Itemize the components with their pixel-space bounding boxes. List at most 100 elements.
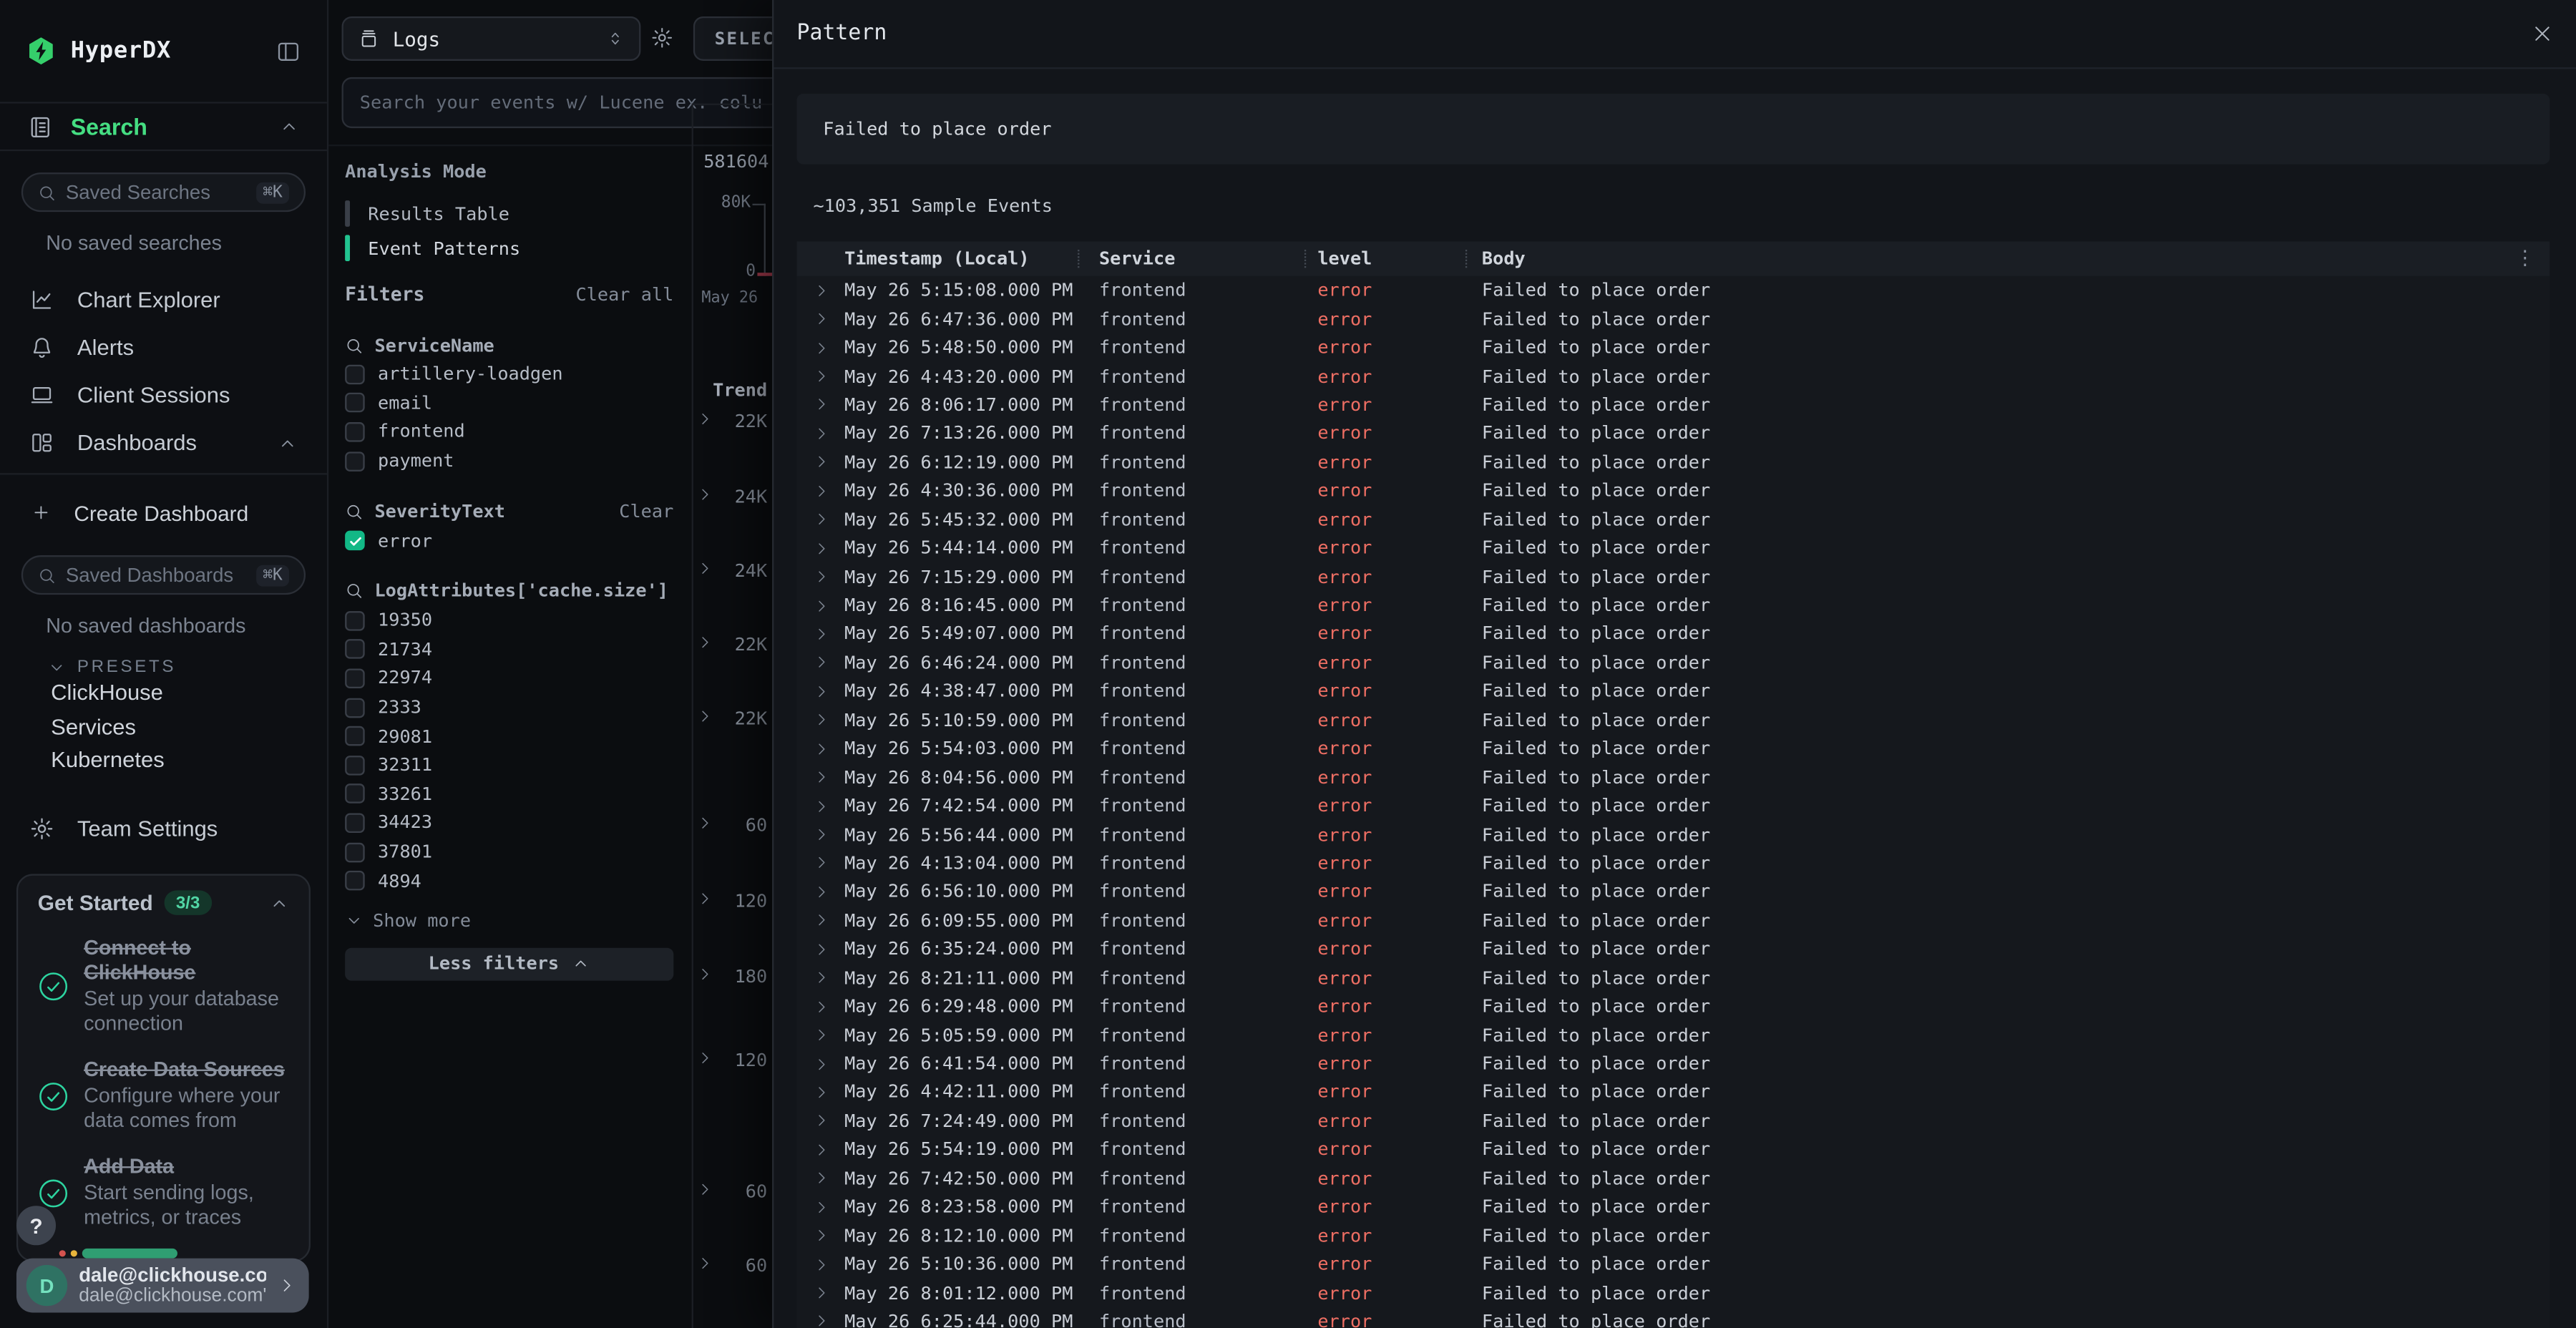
checkbox[interactable] <box>345 611 365 631</box>
filter-option-payment[interactable]: payment <box>345 446 673 475</box>
chevron-right-icon[interactable] <box>813 311 844 327</box>
pattern-row-stub[interactable]: 60 <box>692 1254 773 1280</box>
checkbox[interactable] <box>345 422 365 442</box>
pattern-row-stub[interactable]: 24K <box>692 559 773 585</box>
column-resize-handle[interactable] <box>1078 250 1079 268</box>
event-row[interactable]: May 26 6:56:10.000 PMfrontenderrorFailed… <box>797 877 2550 906</box>
close-icon[interactable] <box>2532 23 2553 44</box>
chevron-right-icon[interactable] <box>813 912 844 929</box>
event-row[interactable]: May 26 5:49:07.000 PMfrontenderrorFailed… <box>797 620 2550 648</box>
source-settings-gear-icon[interactable] <box>650 26 673 49</box>
chevron-right-icon[interactable] <box>813 1113 844 1129</box>
chevron-right-icon[interactable] <box>813 1141 844 1158</box>
event-row[interactable]: May 26 7:15:29.000 PMfrontenderrorFailed… <box>797 562 2550 591</box>
filter-option-29081[interactable]: 29081 <box>345 722 673 751</box>
preset-dashboard-clickhouse[interactable]: ClickHouse <box>0 677 327 711</box>
event-row[interactable]: May 26 6:41:54.000 PMfrontenderrorFailed… <box>797 1050 2550 1078</box>
checkbox[interactable] <box>345 784 365 804</box>
filter-option-34423[interactable]: 34423 <box>345 809 673 837</box>
analysis-mode-option-event-patterns[interactable]: Event Patterns <box>345 232 520 265</box>
sidebar-collapse-icon[interactable] <box>276 39 301 63</box>
chevron-right-icon[interactable] <box>813 540 844 557</box>
column-resize-handle[interactable] <box>1465 250 1467 268</box>
event-row[interactable]: May 26 4:38:47.000 PMfrontenderrorFailed… <box>797 677 2550 706</box>
get-started-step[interactable]: Add DataStart sending logs, metrics, or … <box>38 1155 289 1231</box>
chevron-up-icon[interactable] <box>278 433 298 453</box>
analysis-mode-option-results-table[interactable]: Results Table <box>345 197 509 230</box>
chevron-right-icon[interactable] <box>813 396 844 413</box>
event-row[interactable]: May 26 7:42:50.000 PMfrontenderrorFailed… <box>797 1164 2550 1193</box>
checkbox[interactable] <box>345 813 365 833</box>
column-header-level[interactable]: level <box>1317 248 1482 270</box>
help-button[interactable]: ? <box>16 1206 56 1245</box>
sidebar-item-search[interactable]: Search <box>0 102 327 151</box>
pattern-row-stub[interactable]: 22K <box>692 409 773 436</box>
chevron-right-icon[interactable] <box>696 487 713 503</box>
event-row[interactable]: May 26 7:24:49.000 PMfrontenderrorFailed… <box>797 1107 2550 1136</box>
chevron-right-icon[interactable] <box>696 966 713 982</box>
event-row[interactable]: May 26 5:15:08.000 PMfrontenderrorFailed… <box>797 276 2550 305</box>
event-row[interactable]: May 26 6:47:36.000 PMfrontenderrorFailed… <box>797 305 2550 333</box>
less-filters-button[interactable]: Less filters <box>345 948 673 981</box>
pattern-row-stub[interactable]: 22K <box>692 706 773 733</box>
event-row[interactable]: May 26 8:23:58.000 PMfrontenderrorFailed… <box>797 1193 2550 1221</box>
chevron-right-icon[interactable] <box>813 282 844 298</box>
chevron-right-icon[interactable] <box>813 941 844 957</box>
event-row[interactable]: May 26 6:46:24.000 PMfrontenderrorFailed… <box>797 648 2550 677</box>
sidebar-item-team-settings[interactable]: Team Settings <box>0 816 327 840</box>
chevron-right-icon[interactable] <box>813 655 844 671</box>
event-row[interactable]: May 26 8:01:12.000 PMfrontenderrorFailed… <box>797 1279 2550 1307</box>
event-row[interactable]: May 26 8:16:45.000 PMfrontenderrorFailed… <box>797 591 2550 620</box>
event-row[interactable]: May 26 5:05:59.000 PMfrontenderrorFailed… <box>797 1021 2550 1050</box>
checkbox[interactable] <box>345 668 365 688</box>
filter-option-email[interactable]: email <box>345 389 673 417</box>
column-header-body[interactable]: Body <box>1482 248 2550 270</box>
chevron-right-icon[interactable] <box>813 1314 844 1328</box>
event-row[interactable]: May 26 8:12:10.000 PMfrontenderrorFailed… <box>797 1221 2550 1250</box>
column-header-timestamp[interactable]: Timestamp (Local) <box>844 248 1099 270</box>
user-menu[interactable]: D dale@clickhouse.com dale@clickhouse.co… <box>16 1259 309 1313</box>
chevron-right-icon[interactable] <box>813 512 844 528</box>
chevron-right-icon[interactable] <box>696 1050 713 1066</box>
chevron-right-icon[interactable] <box>813 1284 844 1301</box>
event-row[interactable]: May 26 4:42:11.000 PMfrontenderrorFailed… <box>797 1078 2550 1107</box>
pattern-row-stub[interactable]: 22K <box>692 633 773 659</box>
event-row[interactable]: May 26 8:21:11.000 PMfrontenderrorFailed… <box>797 964 2550 992</box>
chevron-right-icon[interactable] <box>813 798 844 814</box>
event-row[interactable]: May 26 5:44:14.000 PMfrontenderrorFailed… <box>797 534 2550 562</box>
chevron-right-icon[interactable] <box>813 425 844 441</box>
table-options-kebab-icon[interactable]: ⋮ <box>2515 246 2535 269</box>
pattern-row-stub[interactable]: 180 <box>692 965 773 991</box>
saved-dashboards-input[interactable]: Saved Dashboards ⌘K <box>21 555 306 595</box>
clear-filter-link[interactable]: Clear <box>619 501 673 522</box>
event-row[interactable]: May 26 8:04:56.000 PMfrontenderrorFailed… <box>797 763 2550 791</box>
preset-dashboard-services[interactable]: Services <box>0 711 327 744</box>
event-row[interactable]: May 26 5:45:32.000 PMfrontenderrorFailed… <box>797 505 2550 534</box>
event-row[interactable]: May 26 4:30:36.000 PMfrontenderrorFailed… <box>797 477 2550 505</box>
filter-option-4894[interactable]: 4894 <box>345 866 673 895</box>
pattern-row-stub[interactable]: 24K <box>692 484 773 511</box>
event-row[interactable]: May 26 6:09:55.000 PMfrontenderrorFailed… <box>797 906 2550 934</box>
checkbox[interactable] <box>345 756 365 776</box>
checkbox[interactable] <box>345 871 365 891</box>
chevron-right-icon[interactable] <box>696 560 713 577</box>
chevron-right-icon[interactable] <box>813 597 844 614</box>
sidebar-item-dashboards[interactable]: Dashboards <box>0 419 327 467</box>
chevron-right-icon[interactable] <box>813 454 844 470</box>
chevron-right-icon[interactable] <box>813 826 844 843</box>
filter-option-2333[interactable]: 2333 <box>345 693 673 721</box>
get-started-step[interactable]: Create Data SourcesConfigure where your … <box>38 1058 289 1134</box>
checkbox[interactable] <box>345 364 365 384</box>
checkbox-checked[interactable] <box>345 531 365 551</box>
event-row[interactable]: May 26 4:13:04.000 PMfrontenderrorFailed… <box>797 849 2550 877</box>
checkbox[interactable] <box>345 394 365 414</box>
filter-option-22974[interactable]: 22974 <box>345 664 673 693</box>
chevron-right-icon[interactable] <box>813 741 844 757</box>
chevron-right-icon[interactable] <box>696 815 713 831</box>
chevron-right-icon[interactable] <box>813 1055 844 1072</box>
checkbox[interactable] <box>345 698 365 718</box>
event-row[interactable]: May 26 6:25:44.000 PMfrontenderrorFailed… <box>797 1307 2550 1328</box>
column-resize-handle[interactable] <box>1304 250 1306 268</box>
event-row[interactable]: May 26 7:42:54.000 PMfrontenderrorFailed… <box>797 791 2550 820</box>
chevron-right-icon[interactable] <box>813 1084 844 1100</box>
